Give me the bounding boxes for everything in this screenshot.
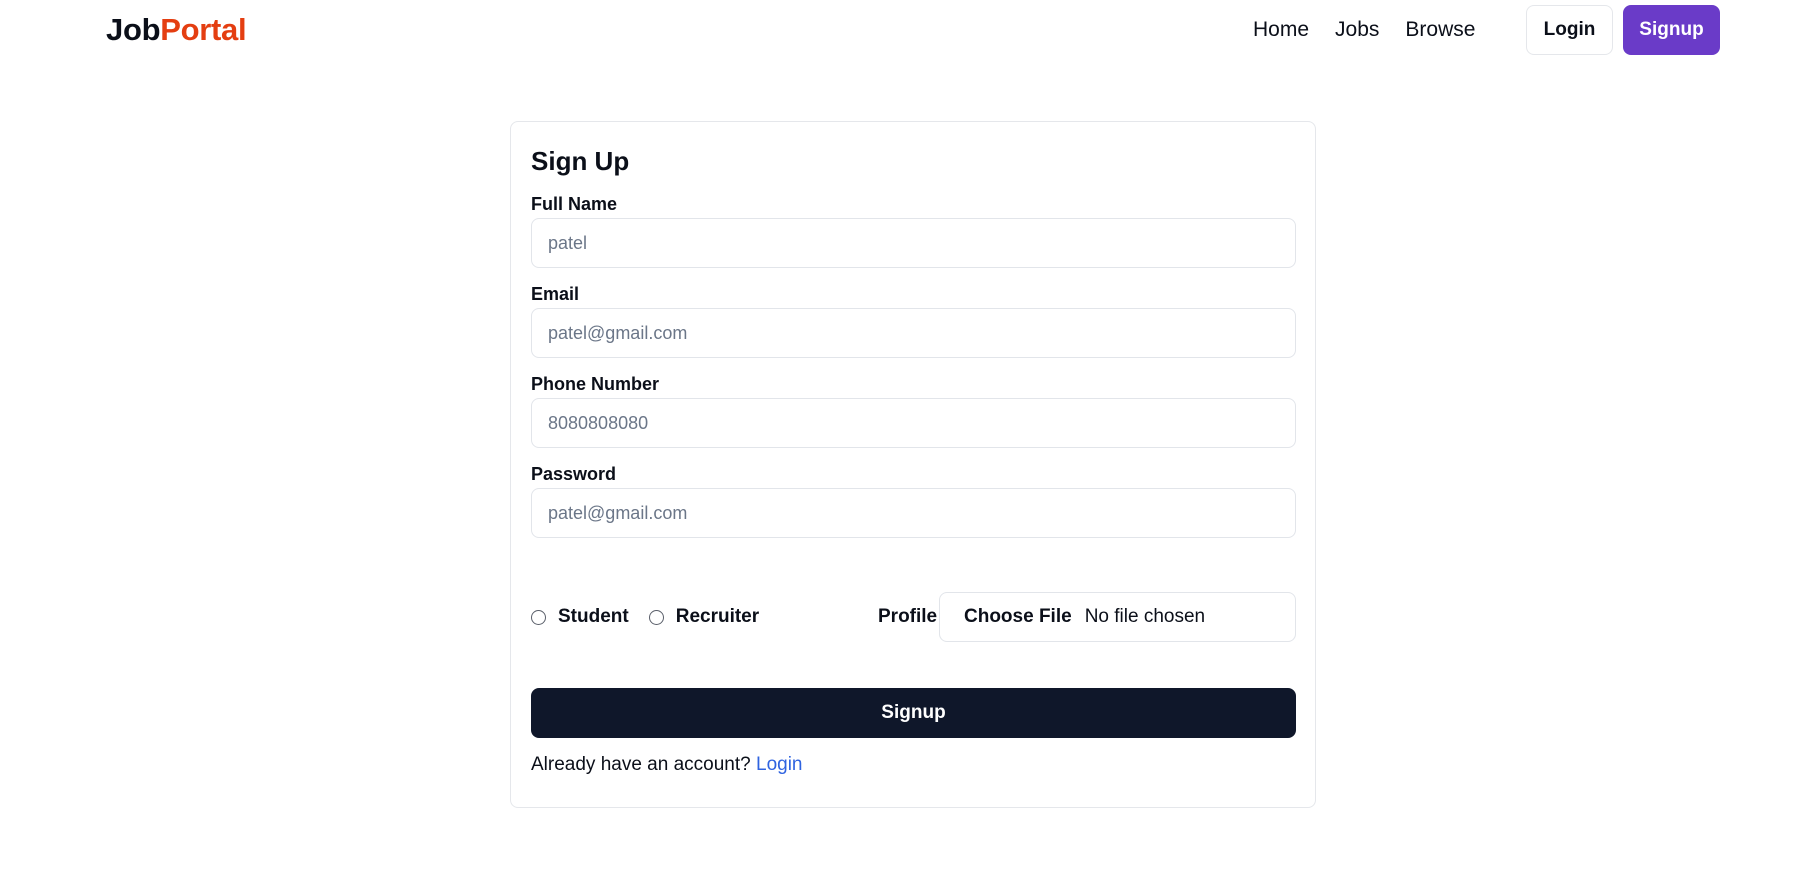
navbar: JobPortal Home Jobs Browse Login Signup bbox=[0, 0, 1803, 64]
role-option-student[interactable]: Student bbox=[531, 606, 629, 628]
nav-login-button[interactable]: Login bbox=[1526, 5, 1613, 55]
role-option-recruiter[interactable]: Recruiter bbox=[648, 606, 760, 628]
role-label-student: Student bbox=[558, 606, 629, 627]
nav-link-home[interactable]: Home bbox=[1253, 18, 1309, 42]
choose-file-button[interactable]: Choose File bbox=[964, 606, 1072, 628]
nav-signup-button[interactable]: Signup bbox=[1623, 5, 1720, 55]
radio-student[interactable] bbox=[531, 609, 546, 625]
signup-card: Sign Up Full Name Email Phone Number Pas… bbox=[510, 121, 1316, 808]
password-label: Password bbox=[531, 464, 617, 484]
file-status-text: No file chosen bbox=[1084, 606, 1206, 627]
email-input[interactable] bbox=[531, 308, 1296, 358]
radio-recruiter[interactable] bbox=[648, 609, 664, 625]
form-title: Sign Up bbox=[531, 146, 630, 176]
logo[interactable]: JobPortal bbox=[106, 12, 247, 48]
full-name-label: Full Name bbox=[531, 194, 618, 214]
logo-text-job: Job bbox=[106, 12, 161, 47]
phone-input[interactable] bbox=[531, 398, 1296, 448]
role-radio-group: Student Recruiter bbox=[531, 592, 779, 642]
nav-link-jobs[interactable]: Jobs bbox=[1335, 18, 1379, 42]
role-label-recruiter: Recruiter bbox=[675, 606, 760, 627]
login-prompt: Already have an account? Login bbox=[531, 754, 803, 776]
submit-signup-button[interactable]: Signup bbox=[531, 688, 1296, 738]
profile-file-input[interactable]: Choose File No file chosen bbox=[939, 592, 1296, 642]
email-label: Email bbox=[531, 284, 580, 304]
profile-label: Profile bbox=[878, 606, 938, 627]
nav-link-browse[interactable]: Browse bbox=[1405, 18, 1475, 42]
full-name-input[interactable] bbox=[531, 218, 1296, 268]
login-link[interactable]: Login bbox=[756, 754, 803, 775]
phone-label: Phone Number bbox=[531, 374, 660, 394]
logo-text-portal: Portal bbox=[160, 12, 247, 47]
password-input[interactable] bbox=[531, 488, 1296, 538]
login-prompt-text: Already have an account? bbox=[531, 754, 756, 775]
nav-links: Home Jobs Browse bbox=[1253, 18, 1475, 42]
